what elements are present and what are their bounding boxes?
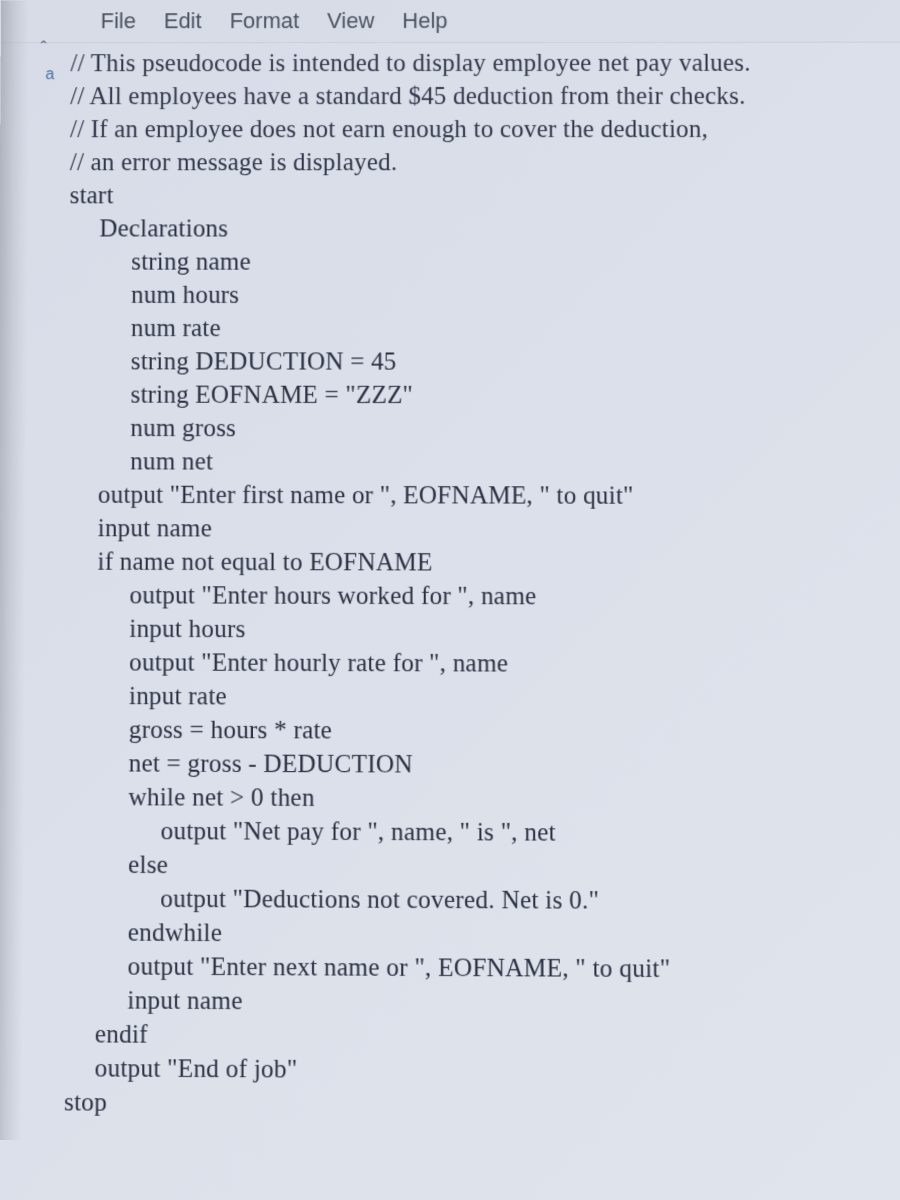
code-line: Declarations xyxy=(69,212,892,245)
code-line: num net xyxy=(68,445,895,480)
code-line: num hours xyxy=(69,279,893,313)
code-line: output "End of job" xyxy=(64,1052,899,1090)
code-line: string DEDUCTION = 45 xyxy=(68,345,893,379)
code-line: if name not equal to EOFNAME xyxy=(67,545,895,580)
code-line: output "Enter hourly rate for ", name xyxy=(67,646,896,682)
code-line: stop xyxy=(64,1086,899,1124)
menu-edit[interactable]: Edit xyxy=(164,8,202,34)
menu-bar: File Edit Format View Help xyxy=(1,0,900,43)
code-line: num gross xyxy=(68,412,894,447)
code-line: while net > 0 then xyxy=(66,781,897,818)
code-line: string name xyxy=(69,245,893,279)
code-line: endif xyxy=(64,1018,898,1056)
code-line: output "Enter next name or ", EOFNAME, "… xyxy=(65,950,898,988)
code-line: string EOFNAME = "ZZZ" xyxy=(68,378,894,412)
code-line: // an error message is displayed. xyxy=(70,146,893,179)
menu-file[interactable]: File xyxy=(101,8,136,34)
code-line: // If an employee does not earn enough t… xyxy=(70,113,892,146)
code-line: input rate xyxy=(66,680,896,716)
code-line: gross = hours * rate xyxy=(66,713,896,749)
code-line: output "Enter hours worked for ", name xyxy=(67,579,895,615)
editor-content[interactable]: // This pseudocode is intended to displa… xyxy=(0,43,900,1145)
menu-help[interactable]: Help xyxy=(402,8,447,34)
code-line: input name xyxy=(65,984,899,1022)
code-line: input name xyxy=(67,512,894,547)
code-line: else xyxy=(65,848,897,885)
menu-format[interactable]: Format xyxy=(230,8,300,34)
code-line: input hours xyxy=(67,612,896,648)
code-line: output "Net pay for ", name, " is ", net xyxy=(66,814,898,851)
menu-view[interactable]: View xyxy=(327,8,374,34)
code-line: // This pseudocode is intended to displa… xyxy=(70,47,891,80)
code-line: output "Deductions not covered. Net is 0… xyxy=(65,882,897,919)
code-line: endwhile xyxy=(65,916,898,953)
code-line: net = gross - DEDUCTION xyxy=(66,747,897,783)
code-line: num rate xyxy=(69,312,894,346)
code-line: output "Enter first name or ", EOFNAME, … xyxy=(68,478,895,513)
code-line: // All employees have a standard $45 ded… xyxy=(70,80,892,113)
code-line: start xyxy=(70,179,893,212)
